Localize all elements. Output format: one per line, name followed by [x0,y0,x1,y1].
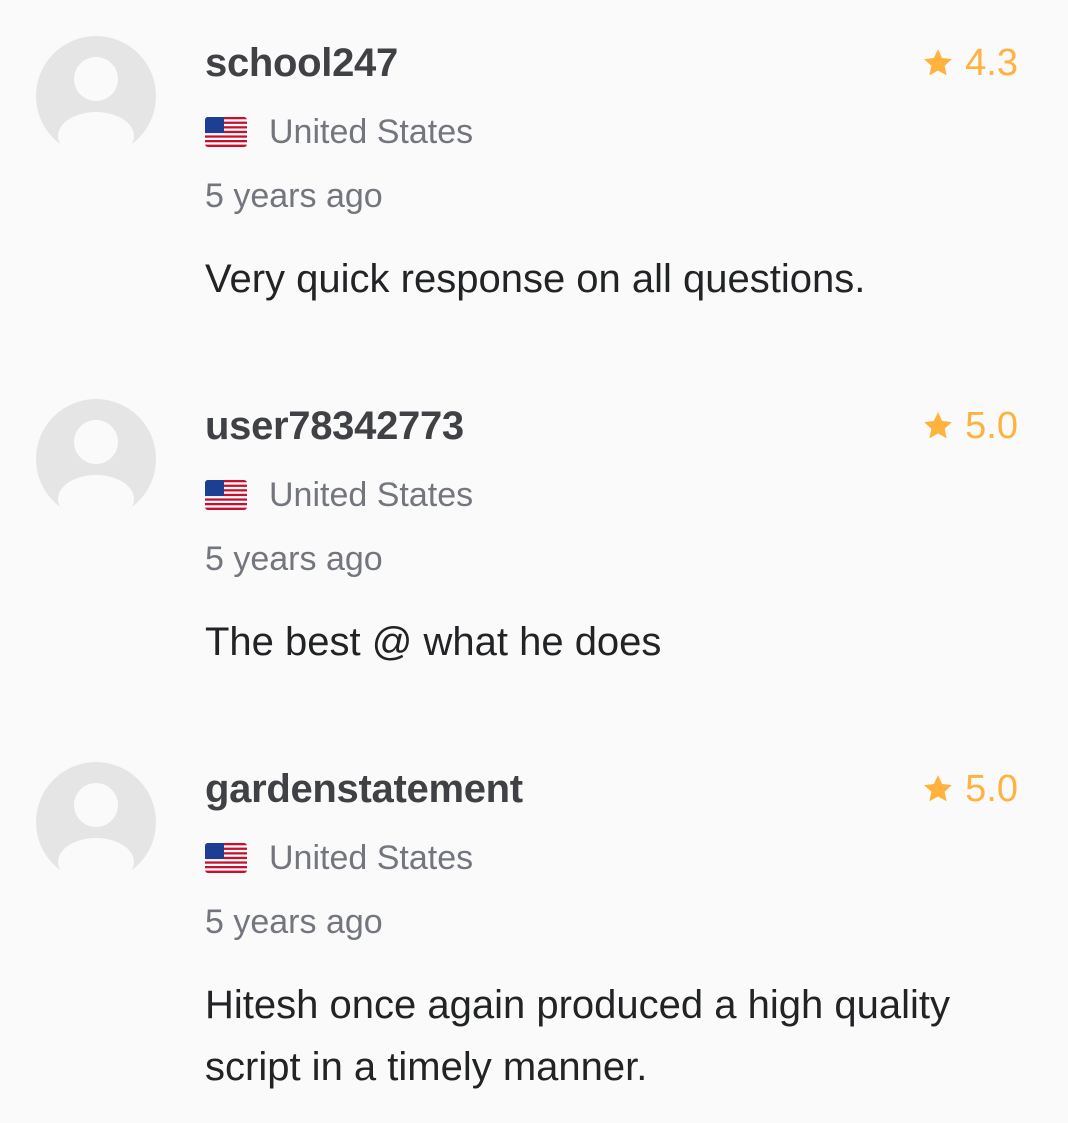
rating: 5.0 [921,764,1018,814]
country-name: United States [269,839,474,877]
rating: 4.3 [921,38,1018,88]
user-placeholder-icon [58,57,134,156]
us-flag-icon [205,843,247,873]
reviewer-username[interactable]: user78342773 [205,401,464,451]
star-icon [924,412,953,439]
avatar[interactable] [36,762,156,882]
review-time: 5 years ago [205,177,383,215]
star-icon [924,49,953,76]
reviewer-username[interactable]: school247 [205,38,398,88]
star-icon [924,775,953,802]
country-name: United States [269,113,474,151]
review-comment: Hitesh once again produced a high qualit… [205,983,950,1089]
user-placeholder-icon [58,783,134,882]
reviewer-country: United States [205,470,473,520]
user-placeholder-icon [58,420,134,519]
us-flag-icon [205,117,247,147]
rating-value: 4.3 [965,42,1018,84]
reviewer-username[interactable]: gardenstatement [205,764,523,814]
reviewer-country: United States [205,107,473,157]
review-comment: The best @ what he does [205,620,662,664]
reviewer-country: United States [205,833,473,883]
review-comment: Very quick response on all questions. [205,257,866,301]
rating: 5.0 [921,401,1018,451]
review-time: 5 years ago [205,540,383,578]
us-flag-icon [205,480,247,510]
rating-value: 5.0 [965,768,1018,810]
rating-value: 5.0 [965,405,1018,447]
review-time: 5 years ago [205,903,383,941]
avatar[interactable] [36,399,156,519]
country-name: United States [269,476,474,514]
avatar[interactable] [36,36,156,156]
